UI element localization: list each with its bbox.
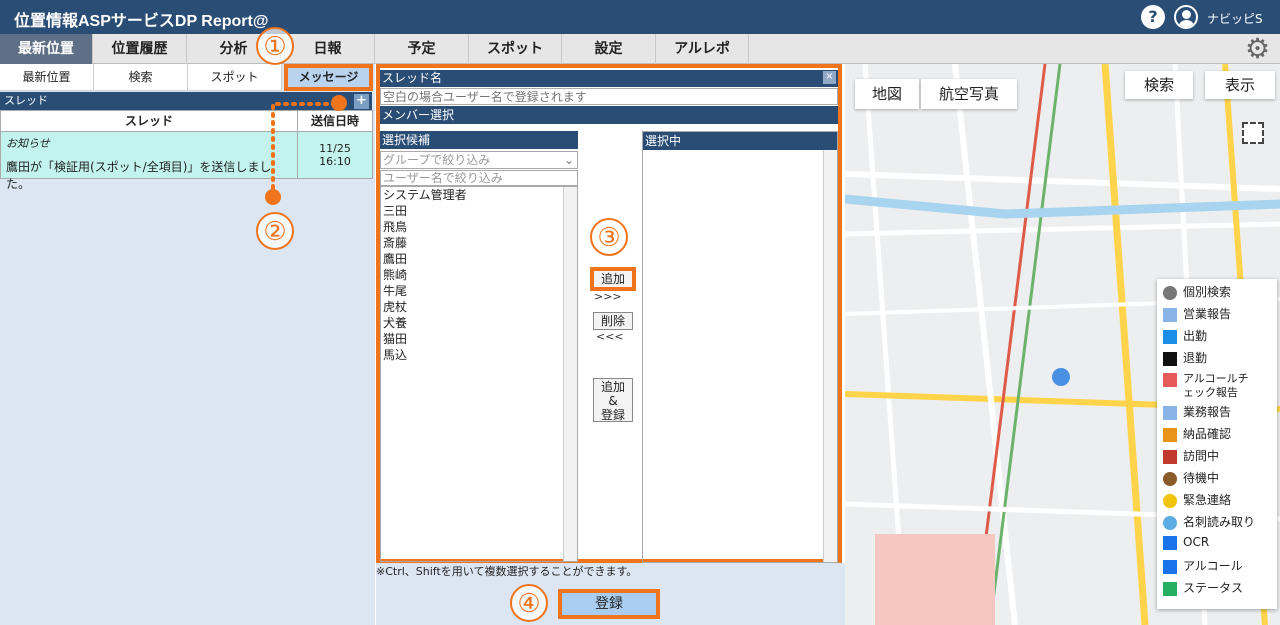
person-search-icon: [1163, 285, 1177, 300]
map-view-button[interactable]: 地図: [855, 79, 919, 109]
legend-item[interactable]: OCR: [1163, 535, 1209, 557]
candidates-header: 選択候補: [380, 131, 578, 149]
map-search-button[interactable]: 検索: [1125, 71, 1193, 99]
truck-icon: [1163, 427, 1177, 442]
register-button[interactable]: 登録: [558, 589, 660, 619]
legend-item[interactable]: 納品確認: [1163, 425, 1231, 447]
subtab-latest-position[interactable]: 最新位置: [0, 64, 94, 91]
thread-title: お知らせ: [6, 137, 50, 150]
candidate-list[interactable]: システム管理者 三田 飛鳥 斎藤 鷹田 熊崎 牛尾 虎杖 犬養 猫田 馬込: [380, 186, 578, 562]
walking-person-icon: [1163, 329, 1177, 344]
aerial-view-button[interactable]: 航空写真: [921, 79, 1017, 109]
group-filter-select[interactable]: グループで絞り込み ⌄: [380, 151, 578, 169]
add-arrows: >>>: [594, 290, 622, 303]
list-item[interactable]: 犬養: [381, 315, 577, 331]
close-icon[interactable]: ×: [823, 71, 836, 84]
dialog-title: スレッド名: [380, 70, 838, 87]
member-select-header: メンバー選択: [380, 106, 838, 124]
user-icon[interactable]: [1174, 5, 1198, 29]
map-display-button[interactable]: 表示: [1205, 71, 1275, 99]
tab-spot[interactable]: スポット: [469, 34, 562, 64]
legend-item[interactable]: ステータス: [1163, 579, 1243, 601]
remove-button[interactable]: 削除: [593, 312, 633, 330]
gear-icon[interactable]: ⚙: [1245, 32, 1270, 65]
scrollbar[interactable]: [823, 150, 837, 562]
thread-name-input[interactable]: [380, 88, 838, 105]
tab-schedule[interactable]: 予定: [375, 34, 469, 64]
main-nav: 最新位置 位置履歴 分析 日報 予定 スポット 設定 アルレポ: [0, 34, 1280, 64]
title-bar: 位置情報ASPサービスDP Report@ ? ナビッピS: [0, 0, 1280, 34]
subtab-search[interactable]: 検索: [94, 64, 188, 91]
thread-message: 鷹田が「検証用(スポット/全項目)」を送信しました。: [6, 160, 272, 191]
remove-arrows: <<<: [596, 330, 624, 343]
add-and-register-button[interactable]: 追加 & 登録: [593, 378, 633, 422]
column-thread: スレッド: [0, 110, 298, 132]
add-button[interactable]: 追加: [590, 267, 636, 291]
user-filter-input[interactable]: ユーザー名で絞り込み: [380, 170, 578, 186]
legend-item[interactable]: 退勤: [1163, 349, 1207, 371]
alcohol-check-icon: [1163, 373, 1177, 387]
list-item[interactable]: 馬込: [381, 347, 577, 363]
callout-3: ③: [590, 218, 628, 256]
chevron-down-icon: ⌄: [563, 153, 574, 167]
legend-item[interactable]: 訪問中: [1163, 447, 1219, 469]
user-name[interactable]: ナビッピS: [1207, 10, 1263, 27]
add-thread-button[interactable]: +: [354, 94, 369, 109]
pen-icon: [1163, 307, 1177, 322]
app-title: 位置情報ASPサービスDP Report@: [14, 13, 269, 30]
list-item[interactable]: 牛尾: [381, 283, 577, 299]
callout-1: ①: [256, 27, 294, 65]
tab-latest-position[interactable]: 最新位置: [0, 34, 93, 64]
legend-item[interactable]: 待機中: [1163, 469, 1219, 491]
legend-item[interactable]: アルコールチェック報告: [1163, 371, 1257, 403]
door-icon: [1163, 449, 1177, 464]
pin-icon: [1163, 515, 1177, 530]
selected-header: 選択中: [643, 132, 837, 150]
scrollbar[interactable]: [563, 187, 577, 561]
fullscreen-icon[interactable]: [1242, 122, 1264, 144]
legend-item[interactable]: 営業報告: [1163, 305, 1231, 327]
list-item[interactable]: 猫田: [381, 331, 577, 347]
list-item[interactable]: 熊崎: [381, 267, 577, 283]
map-legend: 個別検索 営業報告 出勤 退勤 アルコールチェック報告 業務報告 納品確認 訪問…: [1157, 279, 1277, 609]
thread-row[interactable]: お知らせ 鷹田が「検証用(スポット/全項目)」を送信しました。: [0, 131, 298, 191]
alert-icon: [1163, 493, 1177, 508]
legend-item[interactable]: 名刺読み取り: [1163, 513, 1255, 535]
callout-dotted-line: [271, 102, 349, 190]
tab-alrepo[interactable]: アルレポ: [656, 34, 749, 64]
ocr-truck-icon: [1163, 535, 1177, 550]
list-item[interactable]: 飛鳥: [381, 219, 577, 235]
list-item[interactable]: 鷹田: [381, 251, 577, 267]
tab-position-history[interactable]: 位置履歴: [93, 34, 187, 64]
pen-icon: [1163, 405, 1177, 420]
selected-list[interactable]: 選択中: [642, 131, 838, 563]
subtab-message[interactable]: メッセージ: [284, 64, 373, 91]
callout-dot: [331, 95, 347, 111]
legend-item[interactable]: 緊急連絡: [1163, 491, 1231, 513]
legend-item[interactable]: 出勤: [1163, 327, 1207, 349]
status-icon: [1163, 581, 1177, 596]
legend-item[interactable]: 個別検索: [1163, 283, 1231, 305]
help-icon[interactable]: ?: [1141, 5, 1165, 29]
callout-4: ④: [510, 584, 548, 622]
subtab-spot[interactable]: スポット: [188, 64, 282, 91]
tab-settings[interactable]: 設定: [562, 34, 656, 64]
list-item[interactable]: 斎藤: [381, 235, 577, 251]
alcohol-truck-icon: [1163, 559, 1177, 574]
list-item[interactable]: 虎杖: [381, 299, 577, 315]
list-item[interactable]: システム管理者: [381, 187, 577, 203]
legend-item[interactable]: 業務報告: [1163, 403, 1231, 425]
tab-daily-report[interactable]: 日報: [281, 34, 375, 64]
callout-2: ②: [256, 212, 294, 250]
multi-select-note: ※Ctrl、Shiftを用いて複数選択することができます。: [376, 563, 845, 579]
legend-item[interactable]: アルコール: [1163, 557, 1243, 579]
list-item[interactable]: 三田: [381, 203, 577, 219]
walking-person-dark-icon: [1163, 351, 1177, 366]
coffee-icon: [1163, 471, 1177, 486]
thread-dialog: スレッド名 × メンバー選択 選択候補 グループで絞り込み⌄ ユーザー名で絞り込…: [376, 64, 842, 563]
